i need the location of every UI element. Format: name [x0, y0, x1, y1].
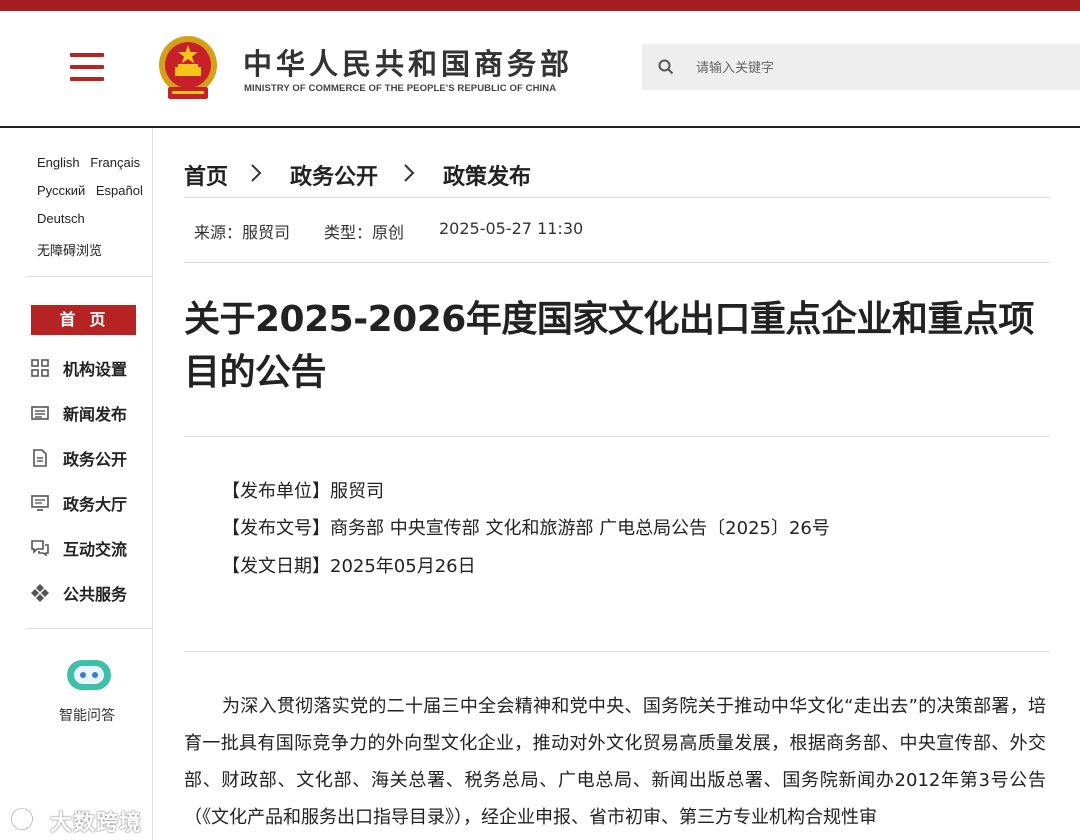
sidebar-item-label: 互动交流 — [63, 540, 128, 559]
site-title: 中华人民共和国商务部 — [243, 47, 574, 81]
article-doc-number: 【发布文号】商务部 中央宣传部 文化和旅游部 广电总局公告〔2025〕26号 — [222, 518, 830, 539]
divider — [184, 436, 1050, 437]
meta-source: 来源：服贸司 — [194, 223, 291, 242]
watermark-text: 大数跨境 — [50, 811, 143, 836]
ai-assistant-label[interactable]: 智能问答 — [59, 705, 115, 725]
menu-icon[interactable] — [70, 53, 106, 83]
lang-english[interactable]: English — [37, 155, 80, 170]
sidebar-item-interaction[interactable]: 互动交流 — [30, 533, 150, 561]
article-issuer: 【发布单位】服贸司 — [222, 481, 384, 502]
sidebar: English Français Русский Español Deutsch… — [0, 128, 153, 840]
sidebar-item-service-hall[interactable]: 政务大厅 — [30, 488, 150, 516]
national-emblem-icon — [159, 36, 217, 99]
divider — [184, 262, 1050, 263]
grid-icon — [31, 359, 49, 377]
article-issue-date: 【发文日期】2025年05月26日 — [222, 556, 476, 577]
sidebar-item-label: 政务大厅 — [63, 495, 128, 514]
lang-french[interactable]: Français — [90, 155, 140, 170]
sidebar-item-government-affairs[interactable]: 政务公开 — [30, 443, 150, 471]
site-header: 中华人民共和国商务部 MINISTRY OF COMMERCE OF THE P… — [0, 11, 1080, 128]
sidebar-home-button[interactable]: 首页 — [31, 305, 136, 335]
divider — [184, 651, 1050, 652]
chevron-right-icon — [404, 164, 415, 182]
search-icon[interactable] — [658, 59, 674, 75]
language-row-3: Deutsch — [37, 211, 92, 226]
breadcrumb-policy-release[interactable]: 政策发布 — [443, 159, 531, 191]
sidebar-item-news[interactable]: 新闻发布 — [30, 398, 150, 426]
monitor-icon — [31, 495, 49, 511]
ai-assistant-icon[interactable] — [66, 658, 112, 692]
sidebar-divider — [26, 276, 152, 277]
accessibility-link[interactable]: 无障碍浏览 — [37, 243, 102, 258]
sidebar-item-label: 公共服务 — [63, 585, 128, 604]
lang-spanish[interactable]: Español — [96, 183, 143, 198]
sidebar-item-organization[interactable]: 机构设置 — [30, 353, 150, 381]
breadcrumb-home[interactable]: 首页 — [184, 159, 228, 191]
search-input[interactable] — [694, 44, 1068, 92]
watermark-logo-icon — [11, 808, 45, 830]
newspaper-icon — [31, 406, 49, 420]
chevron-right-icon — [251, 164, 262, 182]
top-red-bar — [0, 0, 1080, 11]
document-icon — [33, 449, 47, 467]
site-subtitle: MINISTRY OF COMMERCE OF THE PEOPLE'S REP… — [244, 83, 557, 94]
sidebar-item-label: 机构设置 — [63, 360, 128, 379]
sidebar-item-public-services[interactable]: 公共服务 — [30, 578, 150, 606]
service-icon — [31, 584, 49, 602]
lang-german[interactable]: Deutsch — [37, 211, 85, 226]
lang-russian[interactable]: Русский — [37, 183, 85, 198]
meta-datetime: 2025-05-27 11:30 — [439, 219, 584, 238]
sidebar-item-label: 新闻发布 — [63, 405, 128, 424]
sidebar-divider — [26, 628, 152, 629]
language-row-2: Русский Español — [37, 183, 150, 198]
article-title: 关于2025-2026年度国家文化出口重点企业和重点项目的公告 — [184, 299, 1034, 393]
sidebar-item-label: 政务公开 — [63, 450, 128, 469]
divider — [184, 197, 1050, 198]
language-row-4: 无障碍浏览 — [37, 240, 109, 259]
article-body: 为深入贯彻落实党的二十届三中全会精神和党中央、国务院关于推动中华文化“走出去”的… — [184, 696, 1046, 828]
chat-icon — [31, 540, 49, 557]
search-bar — [642, 44, 1080, 92]
breadcrumb-government-affairs[interactable]: 政务公开 — [290, 159, 378, 191]
language-row-1: English Français — [37, 155, 147, 170]
meta-type: 类型：原创 — [324, 223, 405, 242]
